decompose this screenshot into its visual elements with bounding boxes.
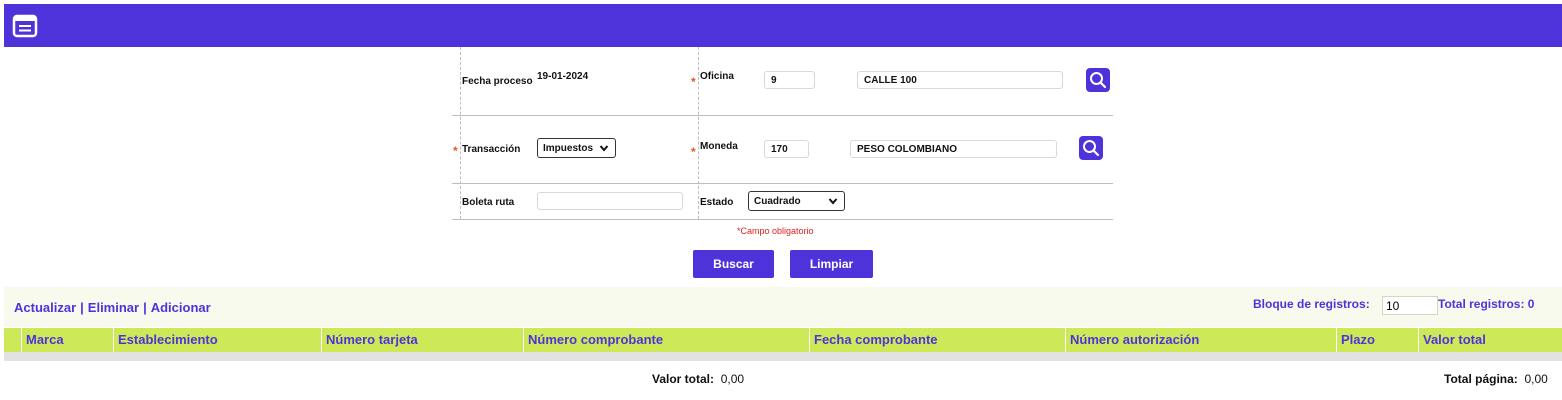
total-pagina-summary: Total página: 0,00 [1444, 372, 1548, 386]
column-header-fecha-comprobante[interactable]: Fecha comprobante [809, 328, 1065, 352]
form-divider [452, 115, 1113, 116]
required-mark: * [691, 75, 696, 89]
transaccion-label: Transacción [462, 144, 521, 155]
total-pagina-value: 0,00 [1524, 372, 1548, 386]
estado-selected: Cuadrado [754, 195, 801, 207]
bloque-registros-input[interactable] [1382, 296, 1438, 315]
moneda-name-input[interactable] [850, 140, 1057, 158]
form-divider [452, 219, 1113, 220]
action-separator: | [80, 300, 84, 315]
form-divider [460, 47, 461, 219]
transaccion-select[interactable]: Impuestos [537, 138, 616, 158]
estado-label: Estado [700, 197, 734, 208]
required-field-note: *Campo obligatorio [737, 226, 814, 236]
valor-total-value: 0,00 [720, 372, 745, 386]
valor-total-summary: Valor total: 0,00 [652, 372, 744, 386]
limpiar-button[interactable]: Limpiar [790, 250, 873, 278]
column-header-numero-autorizacion[interactable]: Número autorización [1065, 328, 1336, 352]
fecha-proceso-label: Fecha proceso [462, 76, 533, 87]
buscar-button[interactable]: Buscar [693, 250, 774, 278]
search-moneda-button[interactable] [1079, 136, 1103, 160]
column-header-numero-tarjeta[interactable]: Número tarjeta [321, 328, 523, 352]
column-header-plazo[interactable]: Plazo [1336, 328, 1418, 352]
action-separator: | [143, 300, 147, 315]
total-pagina-label: Total página: [1444, 372, 1518, 386]
grid-toolbar: Actualizar | Eliminar | Adicionar Bloque de … [4, 287, 1562, 327]
table-body-empty [4, 352, 1562, 361]
boleta-ruta-label: Boleta ruta [462, 197, 515, 208]
form-divider [452, 183, 1113, 184]
column-header-establecimiento[interactable]: Establecimiento [113, 328, 321, 352]
search-oficina-button[interactable] [1086, 68, 1110, 92]
valor-total-label: Valor total: [652, 372, 715, 386]
column-header-marca[interactable]: Marca [21, 328, 113, 352]
table-header: Marca Establecimiento Número tarjeta Núm… [4, 328, 1562, 352]
transaccion-selected: Impuestos [543, 142, 594, 154]
bloque-registros-label: Bloque de registros: [1253, 297, 1370, 311]
estado-select[interactable]: Cuadrado [748, 191, 845, 211]
total-registros: Total registros: 0 [1438, 297, 1535, 311]
actualizar-link[interactable]: Actualizar [14, 300, 76, 315]
boleta-ruta-input[interactable] [537, 192, 683, 210]
form-divider [698, 47, 699, 219]
moneda-label: Moneda [700, 141, 738, 152]
required-mark: * [453, 144, 458, 158]
oficina-label: Oficina [700, 71, 734, 82]
eliminar-link[interactable]: Eliminar [88, 300, 139, 315]
oficina-name-input[interactable] [857, 71, 1063, 89]
adicionar-link[interactable]: Adicionar [151, 300, 211, 315]
chevron-down-icon [599, 145, 609, 152]
search-icon [1083, 140, 1100, 157]
chevron-down-icon [828, 198, 838, 205]
list-card-icon[interactable] [12, 13, 38, 39]
fecha-proceso-value: 19-01-2024 [537, 71, 589, 82]
top-bar [4, 4, 1562, 47]
column-header-valor-total[interactable]: Valor total [1418, 328, 1562, 352]
oficina-code-input[interactable] [764, 71, 815, 89]
column-header-numero-comprobante[interactable]: Número comprobante [523, 328, 809, 352]
required-mark: * [691, 145, 696, 159]
moneda-code-input[interactable] [764, 140, 809, 158]
search-icon [1090, 72, 1107, 89]
grid-actions: Actualizar | Eliminar | Adicionar [14, 300, 211, 315]
